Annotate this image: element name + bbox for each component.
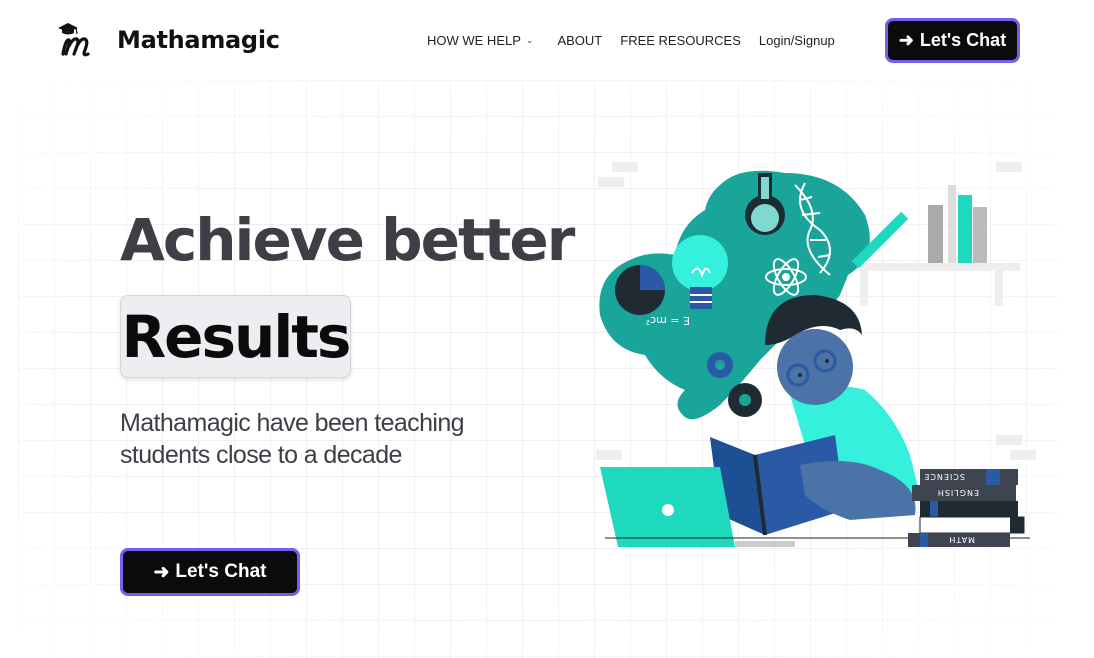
site-header: Mathamagic HOW WE HELP ⌄ ABOUT FREE RESO…: [0, 0, 1094, 80]
nav-item-how-we-help[interactable]: HOW WE HELP ⌄: [427, 33, 533, 48]
chat-button-label: Let's Chat: [919, 30, 1007, 50]
nav-item-about[interactable]: ABOUT: [557, 33, 602, 48]
hero-chat-button[interactable]: ➜ Let's Chat: [120, 548, 300, 596]
nav-item-label: HOW WE HELP: [427, 33, 521, 48]
header-chat-button[interactable]: ➜ Let's Chat: [885, 18, 1020, 63]
chat-button-label: Let's Chat: [175, 561, 267, 582]
arrow-right-icon: ➜: [153, 561, 170, 583]
arrow-right-icon: ➜: [898, 30, 914, 50]
results-highlight-text: Results: [121, 302, 352, 371]
results-highlight-box: Results: [120, 295, 351, 378]
nav-item-label: Login/Signup: [758, 33, 835, 48]
book-stack: SCIENCE ENGLISH MATH: [908, 469, 1025, 547]
bookshelf: [851, 185, 1020, 306]
nav-item-label: FREE RESOURCES: [620, 33, 741, 48]
student-reading-illustration: E = mc² SCIENCE ENGLISH MATH: [596, 162, 1036, 547]
nav-item-label: ABOUT: [557, 33, 603, 48]
hero-subtitle: Mathamagic have been teaching students c…: [120, 409, 465, 469]
page: Mathamagic HOW WE HELP ⌄ ABOUT FREE RESO…: [0, 0, 1094, 658]
book-label-math: MATH: [948, 535, 975, 544]
logo-icon: [58, 23, 90, 57]
nav-item-free-resources[interactable]: FREE RESOURCES: [620, 33, 741, 48]
main-nav: HOW WE HELP ⌄ ABOUT FREE RESOURCES Login…: [427, 33, 853, 48]
hero-title: Achieve better: [120, 206, 575, 274]
book-label-science: SCIENCE: [923, 472, 965, 481]
chevron-down-icon: ⌄: [525, 35, 534, 45]
pie-chart-icon: [615, 265, 665, 315]
formula-text: E = mc²: [646, 314, 690, 327]
brand-name: Mathamagic: [117, 26, 280, 54]
logo-link[interactable]: Mathamagic: [54, 20, 280, 60]
book-label-english: ENGLISH: [937, 488, 979, 497]
nav-item-login-signup[interactable]: Login/Signup: [759, 33, 835, 48]
